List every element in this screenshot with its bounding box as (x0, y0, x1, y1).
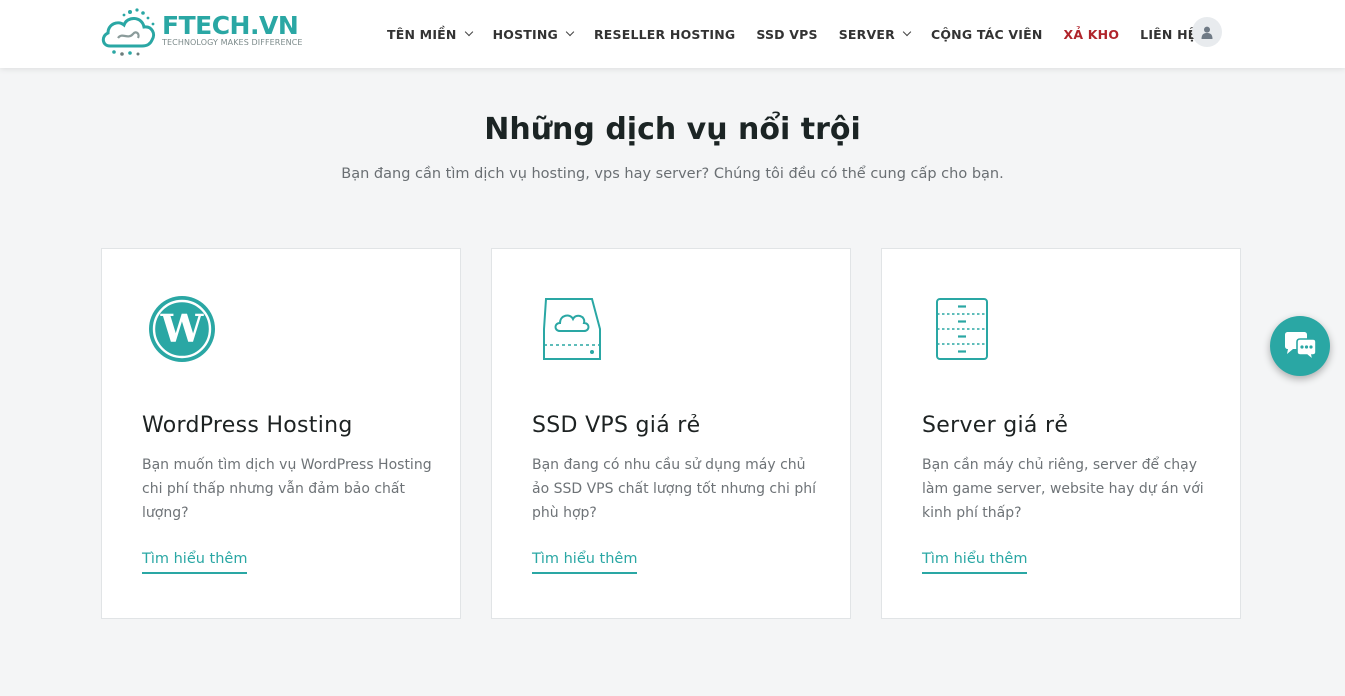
nav-item-server[interactable]: SERVER (838, 26, 912, 42)
chat-widget-button[interactable] (1270, 316, 1330, 376)
section-subtitle: Bạn đang cần tìm dịch vụ hosting, vps ha… (341, 166, 1004, 182)
card-title: SSD VPS giá rẻ (532, 413, 701, 438)
brand-name: FTECH.VN (162, 11, 299, 40)
account-button[interactable] (1192, 17, 1222, 47)
nav-item-xa-kho[interactable]: XẢ KHO (1064, 27, 1120, 42)
nav-item-label: CỘNG TÁC VIÊN (930, 26, 1043, 42)
site-header: FTECH.VN TECHNOLOGY MAKES DIFFERENCE TÊN… (0, 0, 1345, 68)
card-description: Bạn muốn tìm dịch vụ WordPress Hosting c… (142, 457, 432, 521)
cloud-drive-icon (532, 289, 612, 369)
nav-item-label: TÊN MIỀN (387, 26, 457, 42)
chat-bubbles-icon (1285, 332, 1317, 361)
nav-item-label: XẢ KHO (1063, 26, 1120, 42)
main-nav: TÊN MIỀN HOSTING RESELLER HOSTING SSD VP… (387, 0, 1197, 68)
nav-item-label: HOSTING (492, 26, 558, 42)
nav-item-label: SERVER (838, 26, 895, 42)
nav-item-hosting[interactable]: HOSTING (492, 26, 575, 42)
card-description: Bạn đang có nhu cầu sử dụng máy chủ ảo S… (532, 457, 816, 521)
svg-text:W: W (160, 306, 205, 351)
nav-item-lien-he[interactable]: LIÊN HỆ (1140, 27, 1196, 42)
brand-tagline: TECHNOLOGY MAKES DIFFERENCE (162, 38, 303, 47)
card-title: WordPress Hosting (142, 413, 353, 438)
nav-item-ten-mien[interactable]: TÊN MIỀN (387, 26, 473, 42)
card-title: Server giá rẻ (922, 413, 1069, 438)
nav-item-label: SSD VPS (756, 26, 818, 42)
service-card-wordpress: W WordPress Hosting Bạn muốn tìm dịch vụ… (101, 248, 461, 619)
nav-item-reseller-hosting[interactable]: RESELLER HOSTING (594, 27, 735, 42)
nav-item-label: LIÊN HỆ (1140, 26, 1197, 42)
service-card-ssd-vps: SSD VPS giá rẻ Bạn đang có nhu cầu sử dụ… (491, 248, 851, 619)
chevron-down-icon (902, 27, 912, 37)
nav-item-ssd-vps[interactable]: SSD VPS (756, 27, 817, 42)
chevron-down-icon (464, 27, 473, 37)
learn-more-link[interactable]: Tìm hiểu thêm (532, 551, 638, 574)
learn-more-link[interactable]: Tìm hiểu thêm (142, 551, 248, 574)
service-card-server: Server giá rẻ Bạn cần máy chủ riêng, ser… (881, 248, 1241, 619)
wordpress-icon: W (142, 289, 222, 369)
chevron-down-icon (565, 27, 575, 37)
nav-item-cong-tac-vien[interactable]: CỘNG TÁC VIÊN (931, 27, 1043, 42)
section-title: Những dịch vụ nổi trội (484, 112, 861, 147)
card-description: Bạn cần máy chủ riêng, server để chạy là… (922, 457, 1204, 521)
learn-more-link[interactable]: Tìm hiểu thêm (922, 551, 1028, 574)
cloud-logo-icon (101, 8, 156, 56)
nav-item-label: RESELLER HOSTING (593, 26, 736, 42)
brand-logo[interactable]: FTECH.VN TECHNOLOGY MAKES DIFFERENCE (100, 6, 302, 58)
user-icon (1201, 26, 1213, 39)
server-icon (922, 289, 1002, 369)
